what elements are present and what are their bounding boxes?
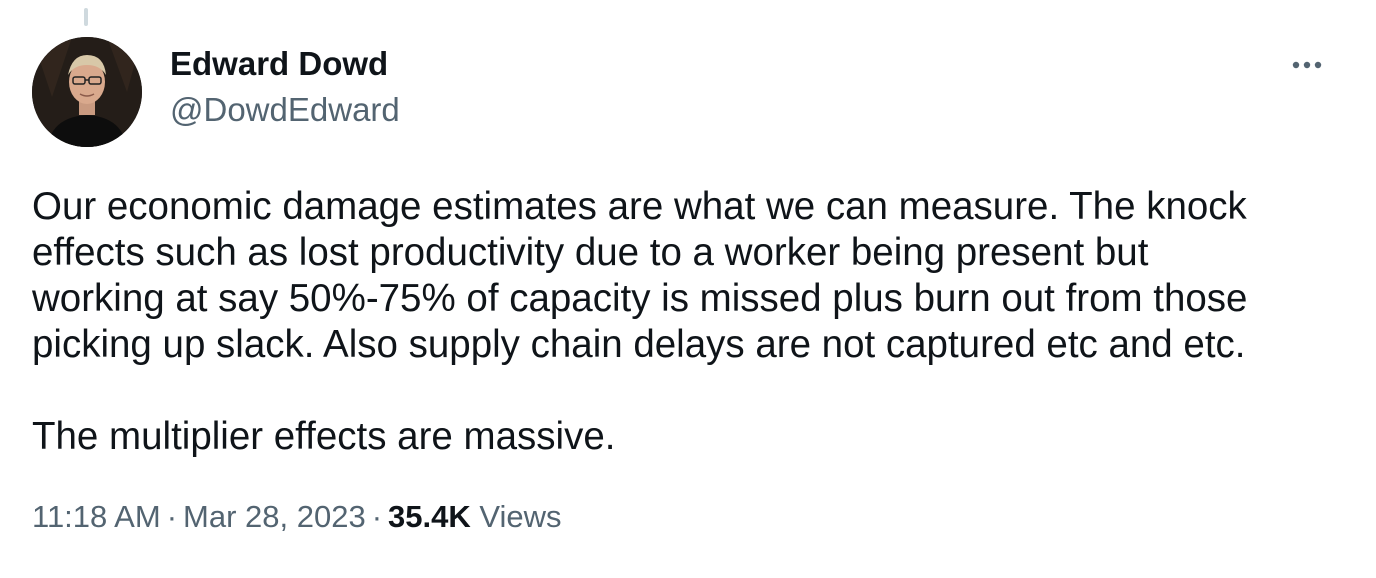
avatar[interactable] [32,37,142,147]
views-label: Views [479,499,562,534]
tweet-text: Our economic damage estimates are what w… [32,184,1352,460]
more-horizontal-icon [1292,61,1322,69]
thread-connector-line [84,8,88,26]
tweet-metadata: 11:18 AM · Mar 28, 2023 · 35.4K Views [32,499,562,535]
tweet-paragraph: Our economic damage estimates are what w… [32,185,1248,366]
separator-dot: · [371,499,383,534]
author-name[interactable]: Edward Dowd [170,45,388,83]
tweet-time[interactable]: 11:18 AM [32,499,161,534]
more-options-button[interactable] [1288,50,1328,80]
author-handle[interactable]: @DowdEdward [170,91,400,129]
tweet-paragraph: The multiplier effects are massive. [32,415,616,458]
tweet-date[interactable]: Mar 28, 2023 [183,499,366,534]
separator-dot: · [166,499,178,534]
views-count[interactable]: 35.4K [388,499,471,534]
